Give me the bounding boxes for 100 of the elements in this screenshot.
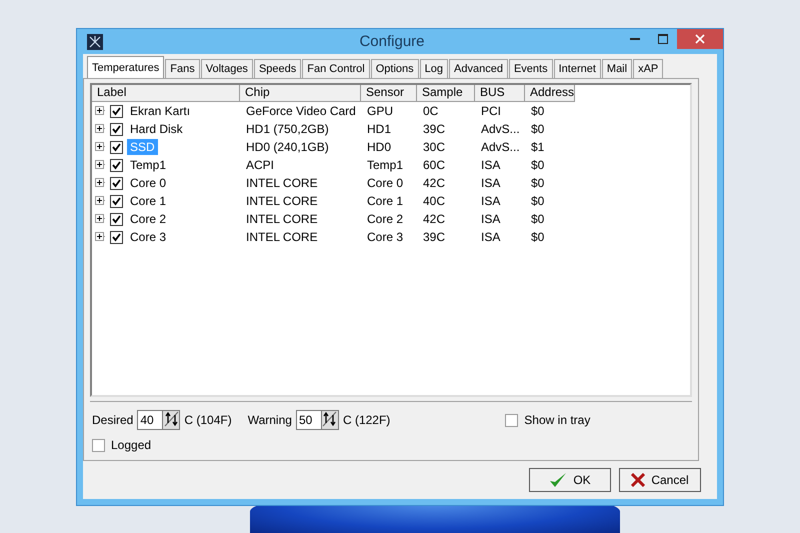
tab[interactable]: Fans: [165, 59, 200, 78]
expand-icon[interactable]: [95, 178, 106, 188]
sensor-label[interactable]: Core 2: [127, 211, 170, 227]
maximize-icon: [658, 34, 668, 44]
table-cell-text: Core 2: [366, 212, 404, 226]
table-cell-text: INTEL CORE: [245, 194, 319, 208]
checkbox[interactable]: [110, 176, 123, 190]
checkbox[interactable]: [110, 158, 123, 172]
table-cell-text: ISA: [480, 194, 502, 208]
ok-button[interactable]: OK: [529, 468, 611, 492]
sensor-label[interactable]: Hard Disk: [127, 121, 186, 137]
unit-label: C (122F): [342, 413, 390, 427]
table-cell-text: INTEL CORE: [245, 212, 319, 226]
table-cell-text: $0: [530, 176, 546, 190]
warning-label: Warning: [248, 413, 292, 427]
unit-label: C (104F): [184, 413, 232, 427]
table-cell-text: 40C: [422, 194, 446, 208]
table-cell-text: HD1: [366, 122, 392, 136]
sensor-label[interactable]: Core 0: [127, 175, 170, 191]
warning-spin-field[interactable]: 50: [296, 410, 339, 430]
checkbox[interactable]: [505, 414, 518, 426]
expand-icon[interactable]: [95, 196, 106, 206]
column-header[interactable]: BUS: [475, 85, 525, 102]
column-header[interactable]: Label: [92, 85, 240, 102]
checkbox-label: Logged: [111, 438, 152, 452]
table-cell-text: $0: [530, 158, 546, 172]
app-icon: [87, 34, 103, 50]
table-cell-text: AdvS...: [480, 122, 521, 136]
sensor-label[interactable]: Temp1: [127, 157, 170, 173]
spin-arrows-icon[interactable]: [320, 411, 338, 429]
tab[interactable]: Temperatures: [87, 56, 164, 78]
table-cell-text: 39C: [422, 122, 446, 136]
table-cell-text: $1: [530, 140, 546, 154]
checkbox[interactable]: [110, 230, 123, 244]
table-cell-text: GeForce Video Card: [245, 104, 357, 118]
checkbox[interactable]: [110, 194, 123, 208]
table-cell-text: ISA: [480, 176, 502, 190]
checkbox[interactable]: [110, 104, 123, 118]
column-header[interactable]: Sensor: [361, 85, 417, 102]
table-cell-text: HD1 (750,2GB): [245, 122, 330, 136]
tab[interactable]: Events: [508, 59, 553, 78]
cross-icon: [631, 473, 646, 487]
tab[interactable]: Fan Control: [302, 59, 370, 78]
checkbox[interactable]: [110, 122, 123, 136]
expand-icon[interactable]: [95, 214, 106, 224]
tab[interactable]: Speeds: [254, 59, 302, 78]
table-cell-text: ACPI: [245, 158, 276, 172]
table-cell-text: $0: [530, 212, 546, 226]
desired-spin-field[interactable]: 40: [137, 410, 180, 430]
checkbox[interactable]: [110, 140, 123, 154]
table-cell-text: INTEL CORE: [245, 230, 319, 244]
sensor-label[interactable]: Core 1: [127, 193, 170, 209]
expand-icon[interactable]: [95, 232, 106, 242]
expand-icon[interactable]: [95, 124, 106, 134]
checkbox[interactable]: [92, 438, 105, 452]
tab[interactable]: Options: [370, 59, 419, 78]
column-header[interactable]: Chip: [240, 85, 361, 102]
table-cell-text: Core 0: [366, 176, 404, 190]
table-cell-text: Core 3: [366, 230, 404, 244]
tab[interactable]: Advanced: [449, 59, 508, 78]
table-cell-text: 30C: [422, 140, 446, 154]
table-cell-text: 42C: [422, 212, 446, 226]
tab[interactable]: Voltages: [200, 59, 253, 78]
sensor-label[interactable]: Core 3: [127, 229, 170, 245]
table-cell-text: 0C: [422, 104, 440, 118]
tab[interactable]: xAP: [633, 59, 664, 78]
spin-arrows-icon[interactable]: [162, 411, 180, 429]
close-icon: [695, 34, 705, 44]
table-cell-text: HD0 (240,1GB): [245, 140, 330, 154]
expand-icon[interactable]: [95, 160, 106, 170]
column-header[interactable]: Address: [525, 85, 575, 102]
table-cell-text: $0: [530, 122, 546, 136]
checkmark-icon: [549, 472, 568, 488]
table-cell-text: 39C: [422, 230, 446, 244]
table-cell-text: $0: [530, 104, 546, 118]
table-cell-text: INTEL CORE: [245, 176, 319, 190]
minimize-icon: [630, 38, 640, 40]
table-cell-text: GPU: [366, 104, 394, 118]
table-cell-text: PCI: [480, 104, 502, 118]
tab[interactable]: Mail: [602, 59, 632, 78]
table-cell-text: HD0: [366, 140, 392, 154]
table-cell-text: ISA: [480, 230, 502, 244]
desired-label: Desired: [92, 413, 134, 427]
checkbox[interactable]: [110, 212, 123, 226]
close-button[interactable]: [677, 29, 723, 49]
checkbox-label: Show in tray: [524, 413, 590, 427]
tab[interactable]: Internet: [554, 59, 601, 78]
column-header[interactable]: Sample: [417, 85, 475, 102]
table-cell-text: Core 1: [366, 194, 404, 208]
expand-icon[interactable]: [95, 106, 106, 116]
table-cell-text: 60C: [422, 158, 446, 172]
cancel-button[interactable]: Cancel: [619, 468, 701, 492]
tab[interactable]: Log: [420, 59, 448, 78]
window-title: Configure: [358, 33, 426, 50]
table-cell-text: $0: [530, 230, 546, 244]
expand-icon[interactable]: [95, 142, 106, 152]
table-cell-text: 42C: [422, 176, 446, 190]
table-cell-text: AdvS...: [480, 140, 521, 154]
table-cell-text: Temp1: [366, 158, 404, 172]
sensor-label[interactable]: Ekran Kartı: [127, 103, 194, 119]
